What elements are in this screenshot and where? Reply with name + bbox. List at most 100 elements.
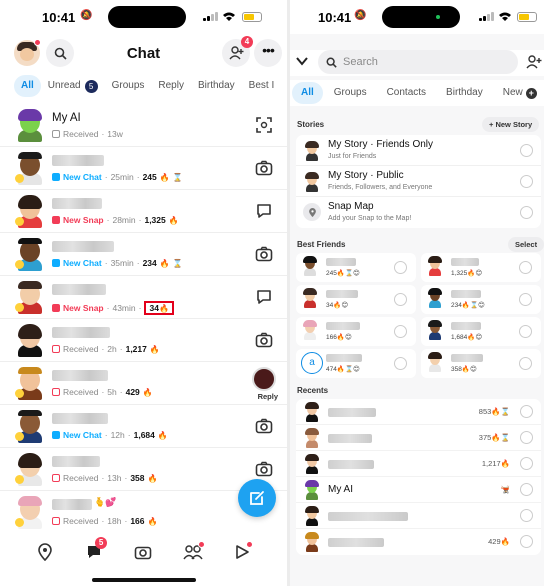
tab-all[interactable]: All: [14, 75, 41, 97]
nav-stories[interactable]: [182, 541, 205, 563]
avatar: [302, 320, 320, 343]
more-button[interactable]: •••: [254, 39, 282, 67]
tab-groups[interactable]: Groups: [325, 82, 376, 104]
chat-filter-tabs: All Unread 5 Groups Reply Birthday Best I: [0, 72, 287, 100]
nav-spotlight[interactable]: [231, 541, 254, 563]
streak-meta: 166🔥😊: [326, 334, 352, 341]
tab-all[interactable]: All: [292, 82, 323, 104]
select-radio[interactable]: [520, 175, 533, 188]
tab-label: Unread: [47, 80, 81, 91]
select-radio[interactable]: [519, 293, 532, 306]
nav-chat[interactable]: 5: [83, 537, 108, 563]
select-radio[interactable]: [520, 144, 533, 157]
chat-row-my-ai[interactable]: My AI Received · 13w: [0, 104, 287, 147]
redacted-name: [52, 499, 92, 510]
select-radio[interactable]: [520, 405, 533, 418]
tab-birthday[interactable]: Birthday: [191, 75, 242, 97]
tab-unread[interactable]: Unread 5: [41, 75, 105, 97]
chat-row[interactable]: New Chat · 35min · 234 🔥 ⌛: [0, 233, 287, 276]
chat-screen: 10:41 🔕 Chat 4 ••• All Unread 5 Groups Re…: [0, 0, 287, 586]
tab-label: Birthday: [197, 80, 235, 91]
streak-meta: 375🔥⌛: [478, 433, 510, 442]
story-subtitle: Friends, Followers, and Everyone: [328, 184, 433, 191]
select-radio[interactable]: [520, 431, 533, 444]
scan-icon[interactable]: [255, 116, 273, 134]
avatar: [304, 532, 320, 552]
streak-count: 429: [125, 387, 140, 397]
add-friend-icon[interactable]: [526, 55, 542, 69]
best-friend-item[interactable]: 34🔥😊: [296, 285, 416, 314]
best-friend-item[interactable]: 1,684🔥😊: [421, 317, 541, 346]
recent-item[interactable]: 375🔥⌛: [296, 425, 541, 451]
camera-icon[interactable]: [255, 245, 273, 263]
tab-best-friends[interactable]: Best I: [242, 75, 282, 97]
chat-row[interactable]: New Snap · 28min · 1,325 🔥: [0, 190, 287, 233]
camera-icon[interactable]: [255, 159, 273, 177]
chevron-down-icon[interactable]: [296, 57, 308, 66]
reply-story-avatar[interactable]: [252, 367, 276, 391]
search-bar: Search: [290, 50, 544, 76]
chat-row[interactable]: New Snap · 43min · 34🔥: [0, 276, 287, 319]
chat-row[interactable]: Received · 5h · 429 🔥 Reply: [0, 362, 287, 405]
best-friend-item[interactable]: 234🔥⌛😊: [421, 285, 541, 314]
select-radio[interactable]: [394, 357, 407, 370]
tab-new[interactable]: New +: [494, 82, 544, 104]
recent-item[interactable]: [296, 503, 541, 529]
separator: ·: [136, 258, 140, 268]
select-radio[interactable]: [394, 293, 407, 306]
recent-item[interactable]: 853🔥⌛: [296, 399, 541, 425]
select-radio[interactable]: [519, 261, 532, 274]
select-radio[interactable]: [520, 206, 533, 219]
tab-birthday[interactable]: Birthday: [437, 82, 492, 104]
chat-row[interactable]: Received · 2h · 1,217 🔥: [0, 319, 287, 362]
select-button[interactable]: Select: [508, 237, 544, 252]
tab-groups[interactable]: Groups: [105, 75, 152, 97]
select-radio[interactable]: [520, 483, 533, 496]
story-item-public[interactable]: My Story · Public Friends, Followers, an…: [296, 166, 541, 197]
avatar: [304, 141, 320, 161]
select-radio[interactable]: [519, 325, 532, 338]
streak-meta: 1,325🔥😊: [451, 270, 483, 277]
tab-label: Reply: [158, 80, 184, 91]
received-snap-icon: [52, 517, 60, 525]
separator: ·: [119, 387, 123, 397]
new-chat-fab[interactable]: [238, 479, 276, 517]
streak-highlight-box: 34🔥: [144, 301, 174, 315]
chat-row[interactable]: New Chat · 12h · 1,684 🔥: [0, 405, 287, 448]
select-radio[interactable]: [394, 325, 407, 338]
nav-camera[interactable]: [132, 541, 154, 563]
recent-item[interactable]: 429🔥: [296, 529, 541, 555]
select-radio[interactable]: [520, 509, 533, 522]
chat-bubble-icon[interactable]: [255, 202, 273, 220]
story-item-snap-map[interactable]: Snap Map Add your Snap to the Map!: [296, 197, 541, 228]
select-radio[interactable]: [520, 535, 533, 548]
new-chat-screen: 10:41 🔕 Search All Groups Contacts Birth…: [290, 0, 544, 586]
reply-label[interactable]: Reply: [258, 392, 278, 401]
best-friend-item[interactable]: 166🔥😊: [296, 317, 416, 346]
select-radio[interactable]: [520, 457, 533, 470]
best-friend-item[interactable]: a 474🔥⌛😊: [296, 349, 416, 378]
chat-bubble-icon[interactable]: [255, 288, 273, 306]
recent-item[interactable]: 1,217🔥: [296, 451, 541, 477]
story-item-friends-only[interactable]: My Story · Friends Only Just for Friends: [296, 135, 541, 166]
home-indicator: [92, 578, 196, 582]
tab-contacts[interactable]: Contacts: [378, 82, 435, 104]
camera-icon[interactable]: [255, 417, 273, 435]
camera-icon[interactable]: [255, 331, 273, 349]
best-friend-item[interactable]: 1,325🔥😊: [421, 253, 541, 282]
best-friend-item[interactable]: 245🔥⌛😊: [296, 253, 416, 282]
tab-reply[interactable]: Reply: [151, 75, 191, 97]
select-radio[interactable]: [519, 357, 532, 370]
best-friend-item[interactable]: 358🔥😊: [421, 349, 541, 378]
new-story-button[interactable]: + New Story: [482, 117, 540, 132]
camera-icon[interactable]: [255, 460, 273, 478]
nav-map[interactable]: [34, 541, 56, 563]
chat-row[interactable]: New Chat · 25min · 245 🔥 ⌛: [0, 147, 287, 190]
select-radio[interactable]: [394, 261, 407, 274]
redacted-name: [328, 460, 374, 469]
chat-meta: Received · 18h · 166 🔥: [52, 516, 157, 526]
search-input[interactable]: Search: [318, 50, 518, 74]
recent-item-my-ai[interactable]: My AI 🫕: [296, 477, 541, 503]
avatar: [15, 410, 45, 444]
redacted-name: [326, 258, 356, 266]
